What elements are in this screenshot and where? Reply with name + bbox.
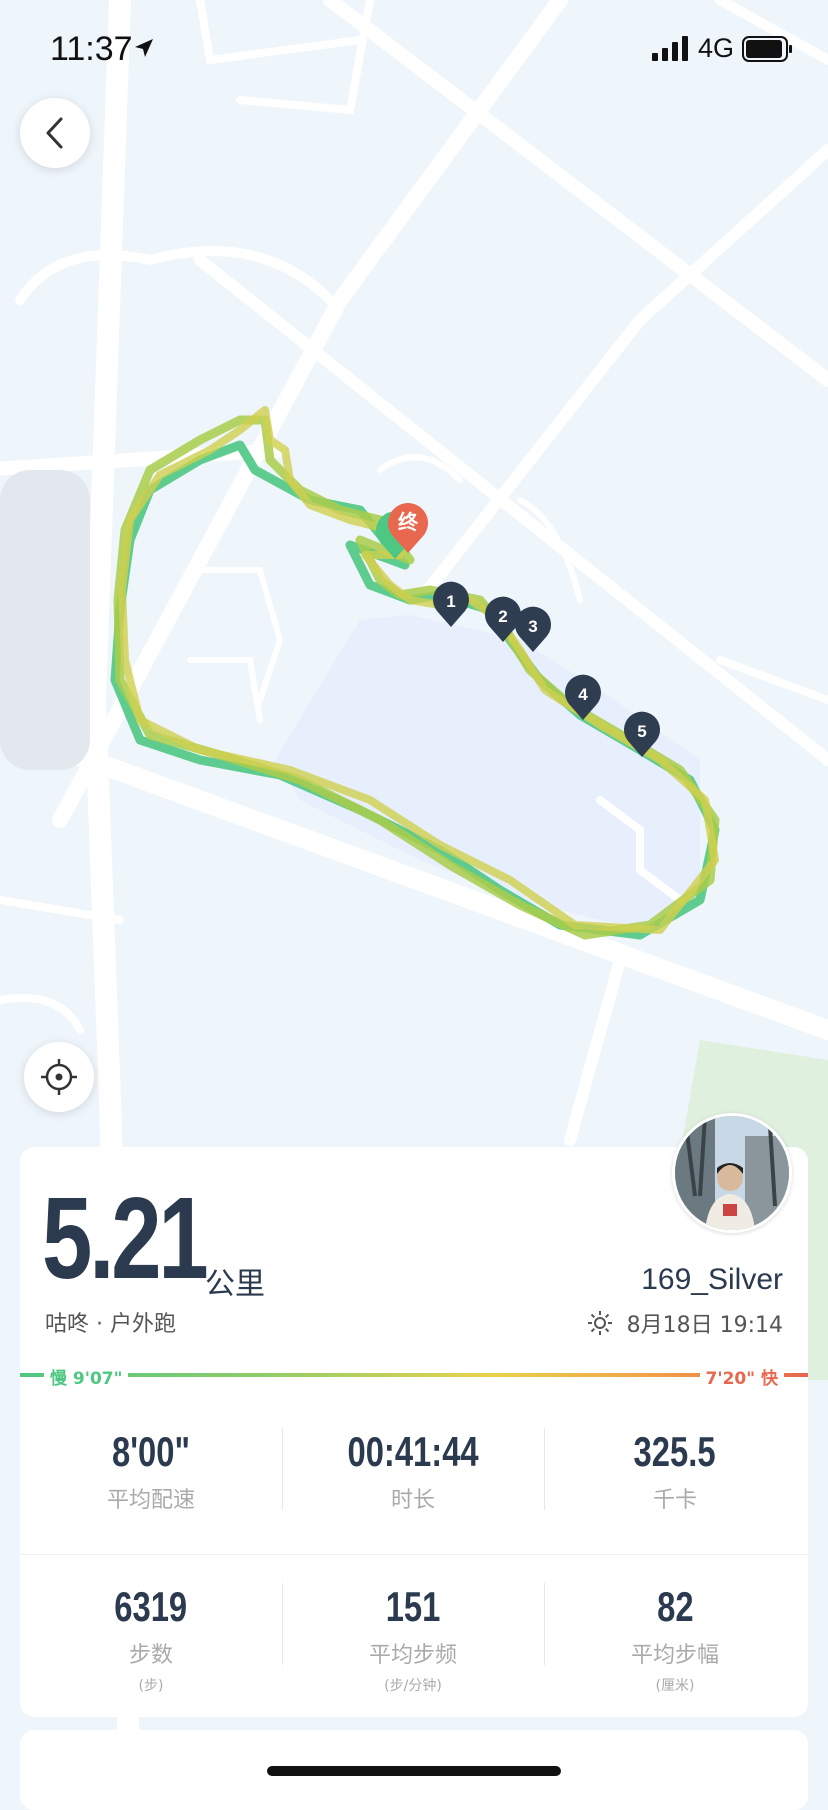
- status-time: 11:37: [50, 30, 133, 68]
- distance-value: 5.21: [42, 1173, 209, 1303]
- svg-text:终: 终: [398, 510, 419, 534]
- stat-value: 325.5: [633, 1428, 716, 1475]
- pace-gradient: [20, 1373, 808, 1377]
- stat-value: 8'00": [111, 1428, 190, 1475]
- stat-label: 时长: [390, 1488, 435, 1513]
- avatar[interactable]: [672, 1113, 792, 1233]
- username: 169_Silver: [641, 1263, 783, 1296]
- home-indicator[interactable]: [267, 1766, 561, 1776]
- svg-text:3: 3: [528, 617, 537, 636]
- pace-legend-bar: 慢 9'07" 7'20" 快: [20, 1364, 808, 1389]
- svg-text:5: 5: [637, 722, 646, 741]
- stat-avg-pace: 8'00" 平均配速: [20, 1428, 282, 1514]
- stats-row-1: 8'00" 平均配速 00:41:44 时长 325.5 千卡: [20, 1428, 808, 1514]
- stat-label: 步数: [128, 1643, 173, 1668]
- stats-row-2: 6319 步数 (步) 151 平均步频 (步/分钟) 82 平均步幅 (厘米): [20, 1583, 808, 1695]
- divider: [20, 1554, 808, 1555]
- battery-icon: [742, 36, 792, 62]
- stat-label: 千卡: [652, 1488, 697, 1513]
- pace-fast-label: 7'20" 快: [699, 1364, 784, 1389]
- stat-value: 82: [656, 1583, 694, 1630]
- cellular-signal-icon: [652, 36, 688, 61]
- svg-text:4: 4: [578, 685, 588, 704]
- svg-text:2: 2: [498, 607, 507, 626]
- locate-button[interactable]: [24, 1042, 94, 1112]
- network-type: 4G: [698, 33, 735, 63]
- stat-unit: (步/分钟): [384, 1678, 442, 1694]
- svg-text:1: 1: [446, 592, 455, 611]
- stat-label: 平均步幅: [630, 1643, 719, 1668]
- activity-datetime: 8月18日 19:14: [587, 1307, 783, 1339]
- stat-unit: (厘米): [655, 1678, 695, 1694]
- stat-duration: 00:41:44 时长: [282, 1428, 544, 1514]
- stat-value: 6319: [114, 1583, 188, 1630]
- stat-label: 平均步频: [368, 1643, 457, 1668]
- building-block: [0, 470, 90, 770]
- chevron-left-icon: [46, 117, 63, 149]
- stat-stride: 82 平均步幅 (厘米): [544, 1583, 806, 1695]
- stat-label: 平均配速: [106, 1488, 195, 1513]
- sun-icon: [587, 1311, 612, 1335]
- pace-slow-label: 慢 9'07": [44, 1364, 129, 1389]
- location-arrow-icon: [135, 39, 153, 57]
- stat-cadence: 151 平均步频 (步/分钟): [282, 1583, 544, 1695]
- stat-calories: 325.5 千卡: [544, 1428, 806, 1514]
- stat-unit: (步): [138, 1678, 164, 1694]
- distance-unit: 公里: [205, 1267, 265, 1302]
- activity-type: 咕咚 · 户外跑: [45, 1312, 176, 1337]
- stat-steps: 6319 步数 (步): [20, 1583, 282, 1695]
- back-button[interactable]: [20, 98, 90, 168]
- avatar-photo: [675, 1116, 789, 1230]
- crosshair-icon: [41, 1059, 77, 1095]
- stat-value: 00:41:44: [347, 1428, 479, 1475]
- datetime-text: 8月18日 19:14: [626, 1313, 783, 1338]
- stat-value: 151: [385, 1583, 441, 1630]
- status-bar: 11:37 4G: [0, 0, 828, 100]
